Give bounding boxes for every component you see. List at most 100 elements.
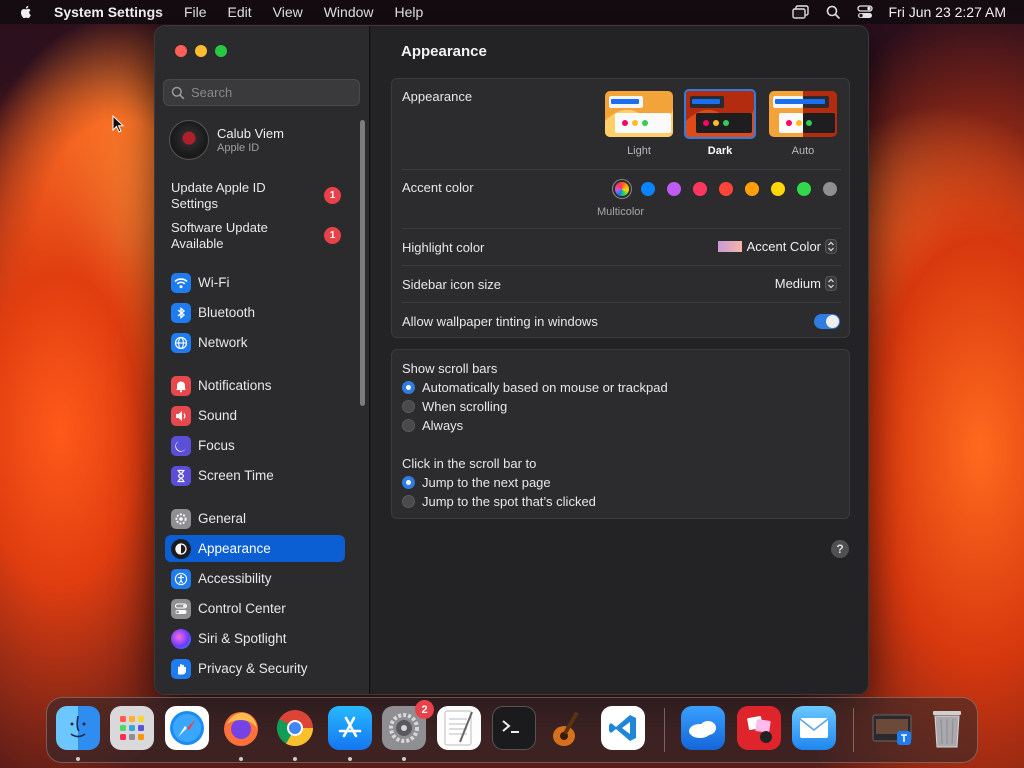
accent-swatch-orange[interactable] — [745, 182, 759, 196]
click-scroll-bar-title: Click in the scroll bar to — [402, 456, 537, 471]
sidebar-item-appearance[interactable]: Appearance — [165, 535, 345, 562]
appearance-option-light[interactable] — [605, 91, 673, 137]
radio-label: Jump to the spot that’s clicked — [422, 494, 596, 509]
photo-booth-icon[interactable] — [737, 706, 781, 750]
chevron-updown-icon — [825, 276, 837, 291]
apple-id-profile[interactable]: Calub Viem Apple ID — [169, 120, 284, 160]
chevron-updown-icon — [825, 239, 837, 254]
accent-swatch-yellow[interactable] — [771, 182, 785, 196]
dock-separator — [664, 708, 665, 752]
accent-swatch-pink[interactable] — [693, 182, 707, 196]
notice-line1: Software Update — [171, 220, 268, 235]
sidebar-icon-size-value: Medium — [774, 276, 821, 291]
accent-swatch-graphite[interactable] — [823, 182, 837, 196]
menu-help[interactable]: Help — [395, 4, 424, 20]
apple-logo-icon[interactable] — [18, 4, 34, 20]
mail-icon[interactable] — [792, 706, 836, 750]
sidebar-item-siri-spotlight[interactable]: Siri & Spotlight — [165, 625, 345, 652]
finder-icon[interactable] — [56, 706, 100, 750]
wallpaper-tinting-label: Allow wallpaper tinting in windows — [402, 314, 598, 329]
sidebar-item-screen-time[interactable]: Screen Time — [165, 462, 345, 489]
radio-button — [402, 419, 415, 432]
sidebar-item-control-center[interactable]: Control Center — [165, 595, 345, 622]
terminal-icon[interactable] — [492, 706, 536, 750]
sidebar-item-network[interactable]: Network — [165, 329, 345, 356]
appearance-icon — [171, 538, 191, 559]
radio-jump-to-spot[interactable]: Jump to the spot that’s clicked — [402, 494, 596, 509]
firefox-icon[interactable] — [219, 706, 263, 750]
textedit-icon[interactable] — [437, 706, 481, 750]
moon-icon — [171, 435, 191, 456]
menu-edit[interactable]: Edit — [228, 4, 252, 20]
sidebar-item-sound[interactable]: Sound — [165, 402, 345, 429]
menu-file[interactable]: File — [184, 4, 207, 20]
sidebar-item-label: Network — [198, 335, 248, 350]
accent-swatch-blue[interactable] — [641, 182, 655, 196]
safari-icon[interactable] — [165, 706, 209, 750]
close-button[interactable] — [175, 45, 187, 57]
sidebar-item-bluetooth[interactable]: Bluetooth — [165, 299, 345, 326]
radio-scroll-automatic[interactable]: Automatically based on mouse or trackpad — [402, 380, 668, 395]
vscode-icon[interactable] — [601, 706, 645, 750]
accent-swatch-multicolor[interactable] — [615, 182, 629, 196]
sidebar-item-accessibility[interactable]: Accessibility — [165, 565, 345, 592]
search-input[interactable]: Search — [163, 79, 360, 106]
divider — [402, 302, 841, 303]
accent-swatch-red[interactable] — [719, 182, 733, 196]
wifi-icon — [171, 272, 191, 293]
sidebar-item-general[interactable]: General — [165, 505, 345, 532]
highlight-color-popup[interactable]: Accent Color — [717, 239, 837, 254]
update-apple-id-notice[interactable]: Update Apple ID Settings 1 — [171, 180, 341, 212]
control-center-icon[interactable] — [856, 4, 874, 20]
zoom-button[interactable] — [215, 45, 227, 57]
appearance-option-auto[interactable] — [769, 91, 837, 137]
sidebar-item-notifications[interactable]: Notifications — [165, 372, 345, 399]
divider — [402, 169, 841, 170]
divider — [402, 228, 841, 229]
chrome-icon[interactable] — [273, 706, 317, 750]
dock-notification-badge: 2 — [415, 700, 434, 719]
help-button[interactable]: ? — [831, 540, 849, 558]
garageband-icon[interactable] — [546, 706, 590, 750]
downloads-stack-icon[interactable] — [871, 706, 915, 750]
radio-button — [402, 476, 415, 489]
minimize-button[interactable] — [195, 45, 207, 57]
menu-clock[interactable]: Fri Jun 23 2:27 AM — [888, 4, 1006, 20]
sidebar-scrollbar[interactable] — [360, 120, 365, 406]
appearance-option-light-label: Light — [627, 145, 651, 157]
appearance-option-dark[interactable] — [684, 89, 756, 139]
sidebar-item-label: Bluetooth — [198, 305, 256, 320]
sidebar-icon-size-popup[interactable]: Medium — [775, 276, 837, 291]
sidebar-item-privacy-security[interactable]: Privacy & Security — [165, 655, 345, 682]
radio-scroll-when-scrolling[interactable]: When scrolling — [402, 399, 507, 414]
spotlight-search-icon[interactable] — [824, 4, 842, 20]
sidebar-item-label: Focus — [198, 438, 235, 453]
accessibility-icon — [171, 568, 191, 589]
sidebar-item-label: Notifications — [198, 378, 272, 393]
screen-mirroring-icon[interactable] — [792, 4, 810, 20]
sidebar-item-focus[interactable]: Focus — [165, 432, 345, 459]
running-indicator — [76, 757, 80, 761]
weather-icon[interactable] — [681, 706, 725, 750]
menu-window[interactable]: Window — [324, 4, 374, 20]
radio-scroll-always[interactable]: Always — [402, 418, 463, 433]
appearance-option-auto-label: Auto — [791, 145, 815, 157]
menu-view[interactable]: View — [273, 4, 303, 20]
profile-subtitle: Apple ID — [217, 142, 260, 154]
bell-icon — [171, 375, 191, 396]
sidebar-item-wifi[interactable]: Wi-Fi — [165, 269, 345, 296]
radio-label: Always — [422, 418, 464, 433]
radio-jump-next-page[interactable]: Jump to the next page — [402, 475, 551, 490]
accent-swatch-green[interactable] — [797, 182, 811, 196]
sidebar-item-label: Wi-Fi — [198, 275, 230, 290]
app-store-icon[interactable] — [328, 706, 372, 750]
wallpaper-tinting-toggle[interactable] — [814, 314, 840, 329]
software-update-notice[interactable]: Software Update Available 1 — [171, 220, 341, 252]
menu-bar: System Settings File Edit View Window He… — [0, 0, 1024, 24]
multicolor-label: Multicolor — [597, 206, 645, 218]
menu-app-name[interactable]: System Settings — [54, 4, 163, 20]
launchpad-icon[interactable] — [110, 706, 154, 750]
trash-icon[interactable] — [925, 706, 969, 750]
accent-swatch-purple[interactable] — [667, 182, 681, 196]
radio-button — [402, 400, 415, 413]
